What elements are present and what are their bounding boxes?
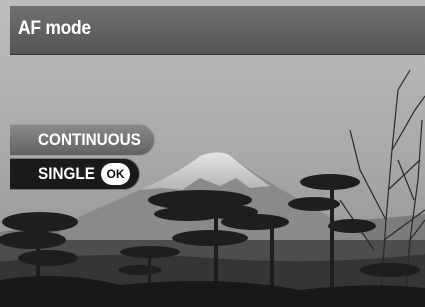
option-label-continuous: CONTINUOUS [38, 130, 141, 149]
af-option-single[interactable]: SINGLE OK [10, 158, 140, 190]
menu-title: AF mode [18, 18, 91, 39]
af-option-continuous[interactable]: CONTINUOUS [10, 124, 155, 156]
camera-screen: AF mode CONTINUOUS SINGLE OK [0, 0, 425, 307]
title-bar: AF mode [10, 6, 425, 55]
option-label-single: SINGLE [38, 164, 95, 183]
ok-badge: OK [101, 163, 130, 185]
